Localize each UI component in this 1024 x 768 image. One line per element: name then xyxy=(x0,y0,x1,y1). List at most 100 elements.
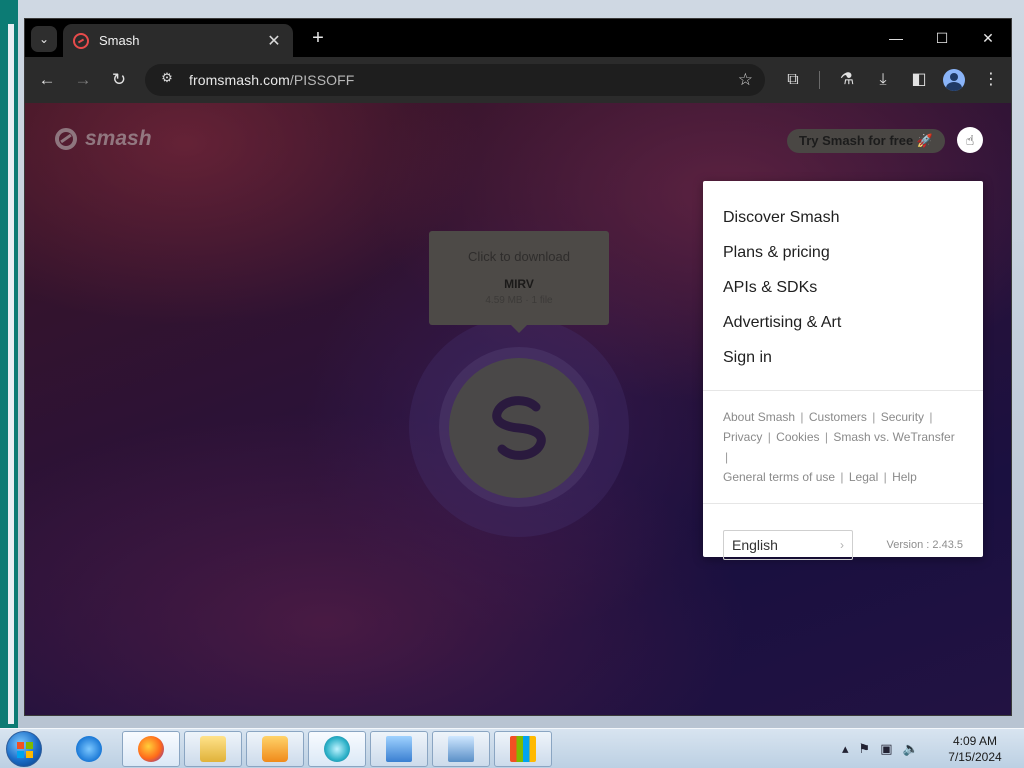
link-cookies[interactable]: Cookies xyxy=(776,430,819,444)
action-center-flag-icon[interactable]: ⚑ xyxy=(859,741,871,757)
bookmark-star-icon[interactable]: ☆ xyxy=(738,70,753,90)
maximize-icon: ☐ xyxy=(935,29,949,46)
menu-item-apis[interactable]: APIs & SDKs xyxy=(723,275,963,310)
monitor-icon xyxy=(386,736,412,762)
arrow-right-icon: → xyxy=(74,70,92,89)
menu-item-discover[interactable]: Discover Smash xyxy=(723,205,963,240)
menu-item-plans[interactable]: Plans & pricing xyxy=(723,240,963,275)
logo-text: smash xyxy=(85,127,152,150)
link-separator: | xyxy=(824,430,828,444)
tab-strip: ⌄ Smash ✕ + — ☐ ✕ xyxy=(25,19,1011,57)
windows-flag-icon xyxy=(510,736,536,762)
browser-app-icon xyxy=(324,736,350,762)
url-path: /PISSOFF xyxy=(289,72,355,88)
link-separator: | xyxy=(840,470,844,484)
chevron-right-icon: › xyxy=(840,538,844,552)
taskbar-remote[interactable] xyxy=(370,731,428,767)
link-customers[interactable]: Customers xyxy=(809,410,867,424)
taskbar: ▴ ⚑ ▣ 🔈 4:09 AM 7/15/2024 xyxy=(0,728,1024,768)
download-tooltip: Click to download MIRV 4.59 MB · 1 file xyxy=(429,231,609,333)
taskbar-media[interactable] xyxy=(246,731,304,767)
extensions-icon[interactable]: ⧉ xyxy=(781,68,805,92)
smash-logo-icon xyxy=(55,128,77,150)
site-menu-dropdown: Discover Smash Plans & pricing APIs & SD… xyxy=(703,181,983,560)
tray-chevron-up-icon[interactable]: ▴ xyxy=(842,741,849,757)
side-panel-icon[interactable]: ◧ xyxy=(907,68,931,92)
menu-button[interactable]: ☝ xyxy=(957,127,983,153)
toolbar-separator xyxy=(819,71,820,89)
browser-window: ⌄ Smash ✕ + — ☐ ✕ ← → ↻ ⚙ fromsmash.com/… xyxy=(24,18,1012,716)
download-icon[interactable]: ⤓ xyxy=(871,68,895,92)
tooltip-file-name: MIRV xyxy=(504,277,534,291)
tab-smash[interactable]: Smash ✕ xyxy=(63,24,293,57)
tab-close-icon[interactable]: ✕ xyxy=(265,31,283,51)
reload-button[interactable]: ↻ xyxy=(107,68,131,92)
menu-footer-links: About Smash | Customers | Security | Pri… xyxy=(703,391,983,503)
link-help[interactable]: Help xyxy=(892,470,917,484)
language-value: English xyxy=(732,537,778,553)
link-about[interactable]: About Smash xyxy=(723,410,795,424)
taskbar-explorer[interactable] xyxy=(184,731,242,767)
url-host: fromsmash.com xyxy=(189,72,290,88)
firefox-icon xyxy=(138,736,164,762)
tab-title: Smash xyxy=(99,33,140,48)
smash-s-logo-icon xyxy=(492,396,546,460)
menu-bottom-row: English › Version : 2.43.5 xyxy=(703,504,983,586)
address-bar[interactable]: ⚙ fromsmash.com/PISSOFF ☆ xyxy=(145,64,765,96)
taskbar-computer[interactable] xyxy=(432,731,490,767)
link-separator: | xyxy=(767,430,771,444)
volume-muted-icon[interactable]: 🔈 xyxy=(902,741,918,757)
start-button[interactable] xyxy=(6,731,42,767)
back-button[interactable]: ← xyxy=(35,68,59,92)
internet-explorer-icon xyxy=(76,736,102,762)
forward-button[interactable]: → xyxy=(71,68,95,92)
menu-main-items: Discover Smash Plans & pricing APIs & SD… xyxy=(703,181,983,390)
taskbar-windows-app[interactable] xyxy=(494,731,552,767)
link-terms[interactable]: General terms of use xyxy=(723,470,835,484)
link-smash-vs-wetransfer[interactable]: Smash vs. WeTransfer xyxy=(833,430,954,444)
menu-item-sign-in[interactable]: Sign in xyxy=(723,345,963,380)
link-security[interactable]: Security xyxy=(881,410,924,424)
link-privacy[interactable]: Privacy xyxy=(723,430,762,444)
close-window-button[interactable]: ✕ xyxy=(965,19,1011,57)
taskbar-firefox[interactable] xyxy=(122,731,180,767)
background-window-bar xyxy=(8,24,14,724)
labs-flask-icon[interactable]: ⚗ xyxy=(835,68,859,92)
link-separator: | xyxy=(725,450,729,464)
link-separator: | xyxy=(800,410,804,424)
version-label: Version : 2.43.5 xyxy=(886,539,963,551)
minimize-icon: — xyxy=(889,30,903,46)
browser-toolbar: ← → ↻ ⚙ fromsmash.com/PISSOFF ☆ ⧉ ⚗ ⤓ ◧ … xyxy=(25,57,1011,103)
arrow-left-icon: ← xyxy=(38,70,56,89)
link-separator: | xyxy=(872,410,876,424)
folder-icon xyxy=(200,736,226,762)
smash-favicon-icon xyxy=(73,32,89,49)
profile-avatar-icon[interactable] xyxy=(943,69,965,91)
link-separator: | xyxy=(929,410,933,424)
site-info-icon[interactable]: ⚙ xyxy=(157,70,177,90)
clock-time: 4:09 AM xyxy=(952,734,998,748)
chevron-down-icon: ⌄ xyxy=(38,32,50,46)
taskbar-chrome[interactable] xyxy=(308,731,366,767)
try-smash-button[interactable]: Try Smash for free 🚀 xyxy=(787,129,945,153)
smash-logo[interactable]: smash xyxy=(55,127,152,151)
taskbar-clock[interactable]: 4:09 AM 7/15/2024 xyxy=(940,733,1010,765)
url-text: fromsmash.com/PISSOFF xyxy=(189,72,738,88)
taskbar-ie[interactable] xyxy=(60,731,118,767)
maximize-button[interactable]: ☐ xyxy=(919,19,965,57)
tab-search-button[interactable]: ⌄ xyxy=(31,26,57,52)
hand-cursor-icon: ☝ xyxy=(965,131,975,148)
tooltip-file-info: 4.59 MB · 1 file xyxy=(485,295,553,306)
network-icon[interactable]: ▣ xyxy=(880,741,892,757)
language-select[interactable]: English › xyxy=(723,530,853,560)
smash-page: smash Try Smash for free 🚀 ☝ Click to do… xyxy=(25,103,1011,715)
download-button[interactable] xyxy=(449,358,589,498)
new-tab-button[interactable]: + xyxy=(307,27,329,49)
reload-icon: ↻ xyxy=(111,70,127,89)
kebab-menu-icon[interactable]: ⋮ xyxy=(979,68,1003,92)
link-separator: | xyxy=(883,470,887,484)
link-legal[interactable]: Legal xyxy=(849,470,878,484)
menu-item-advertising[interactable]: Advertising & Art xyxy=(723,310,963,345)
minimize-button[interactable]: — xyxy=(873,19,919,57)
clock-date: 7/15/2024 xyxy=(948,750,1002,764)
